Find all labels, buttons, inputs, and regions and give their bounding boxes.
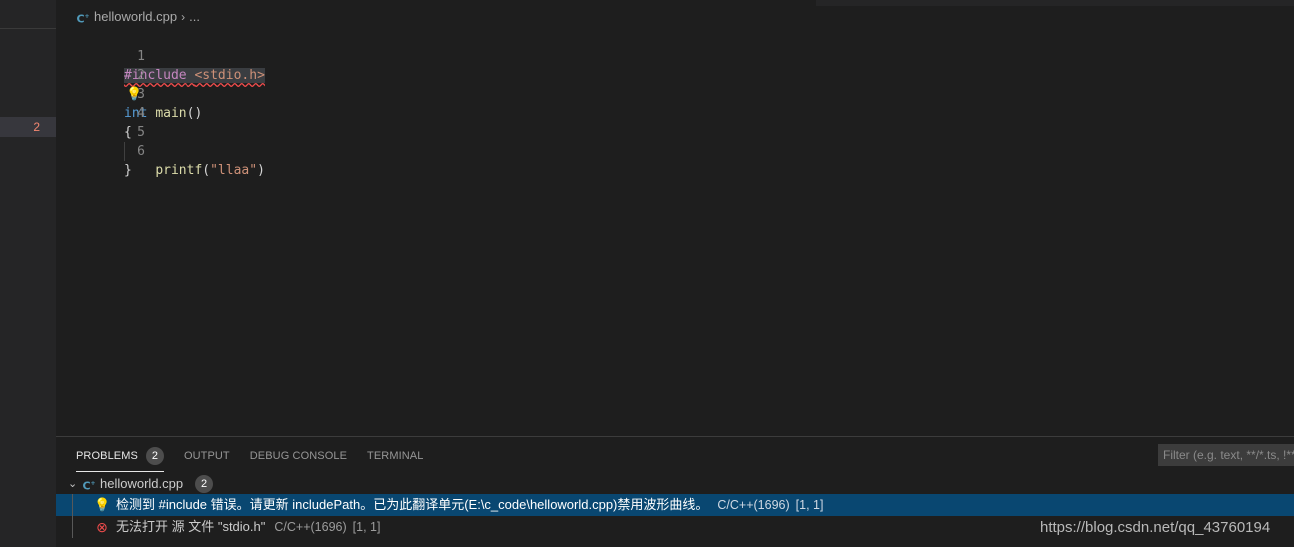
problem-position: [1, 1]: [352, 520, 381, 534]
chevron-right-icon: ›: [181, 10, 186, 24]
close-paren: ): [257, 163, 265, 178]
problem-message: 无法打开 源 文件 "stdio.h": [116, 519, 266, 534]
lightbulb-icon: 💡: [94, 497, 111, 512]
tab-problems[interactable]: PROBLEMS 2: [76, 445, 164, 472]
code-line[interactable]: 3 int main(): [56, 66, 202, 121]
file-problem-count: 2: [195, 475, 214, 493]
code-line[interactable]: 2 💡: [56, 47, 145, 102]
include-header: <stdio.h>: [194, 68, 265, 83]
chevron-down-icon[interactable]: ⌄: [68, 473, 82, 495]
error-icon: ⊗: [96, 519, 108, 535]
line-content[interactable]: printf("llaa"): [124, 161, 265, 180]
line-number: 5: [137, 125, 145, 140]
brace: }: [124, 163, 132, 178]
problems-filter-input[interactable]: Filter (e.g. text, **/*.ts, !**: [1158, 444, 1294, 466]
code-line[interactable]: 4 {: [56, 85, 145, 140]
problem-file-name: helloworld.cpp: [100, 476, 184, 491]
sidebar-divider: [0, 28, 56, 29]
cpp-file-icon: C+: [76, 12, 90, 26]
parens: (): [186, 106, 203, 121]
line-number: 4: [137, 106, 145, 121]
line-number: 6: [137, 144, 145, 159]
tree-guide: [72, 516, 73, 538]
problem-file-row[interactable]: ⌄ C+ helloworld.cpp 2: [56, 473, 1294, 495]
tab-terminal[interactable]: TERMINAL: [367, 445, 423, 467]
function-call: printf: [155, 163, 203, 178]
tab-output[interactable]: OUTPUT: [184, 445, 230, 467]
sidebar-problem-badge[interactable]: 2: [0, 117, 56, 137]
problem-source: C/C++(1696): [274, 520, 347, 534]
line-number: 3: [137, 87, 145, 102]
sidebar-problem-count: 2: [33, 120, 40, 134]
function-name: main: [155, 106, 187, 121]
problems-count-badge: 2: [145, 447, 164, 465]
tree-guide: [72, 494, 73, 516]
code-line[interactable]: 1 #include <stdio.h>: [56, 28, 265, 83]
sidebar: 2: [0, 0, 56, 547]
cpp-file-icon: C+: [82, 479, 96, 493]
line-content[interactable]: }: [124, 161, 132, 180]
active-tab[interactable]: [56, 0, 816, 6]
tab-debug-console[interactable]: DEBUG CONSOLE: [250, 445, 347, 467]
breadcrumb[interactable]: C+ helloworld.cpp › ...: [76, 8, 200, 26]
watermark: https://blog.csdn.net/qq_43760194: [1040, 519, 1271, 536]
problem-source: C/C++(1696): [717, 498, 790, 512]
code-line[interactable]: 5 printf("llaa"): [56, 104, 265, 178]
code-line[interactable]: 6 }: [56, 123, 145, 178]
problem-row[interactable]: 💡 检测到 #include 错误。请更新 includePath。已为此翻译单…: [56, 494, 1294, 516]
tab-strip: [56, 0, 1294, 6]
breadcrumb-file[interactable]: helloworld.cpp: [94, 8, 177, 26]
line-number: 2: [137, 68, 145, 83]
breadcrumb-more[interactable]: ...: [189, 8, 200, 26]
panel-tabs: PROBLEMS 2 OUTPUT DEBUG CONSOLE TERMINAL: [76, 445, 443, 472]
problem-position: [1, 1]: [795, 498, 824, 512]
problem-message: 检测到 #include 错误。请更新 includePath。已为此翻译单元(…: [116, 497, 709, 512]
editor[interactable]: C+ helloworld.cpp › ... 1 #include <stdi…: [56, 0, 1294, 436]
line-number: 1: [137, 49, 145, 64]
string-literal: "llaa": [210, 163, 258, 178]
line-content[interactable]: #include <stdio.h>: [124, 66, 265, 85]
tab-problems-label: PROBLEMS: [76, 450, 138, 462]
